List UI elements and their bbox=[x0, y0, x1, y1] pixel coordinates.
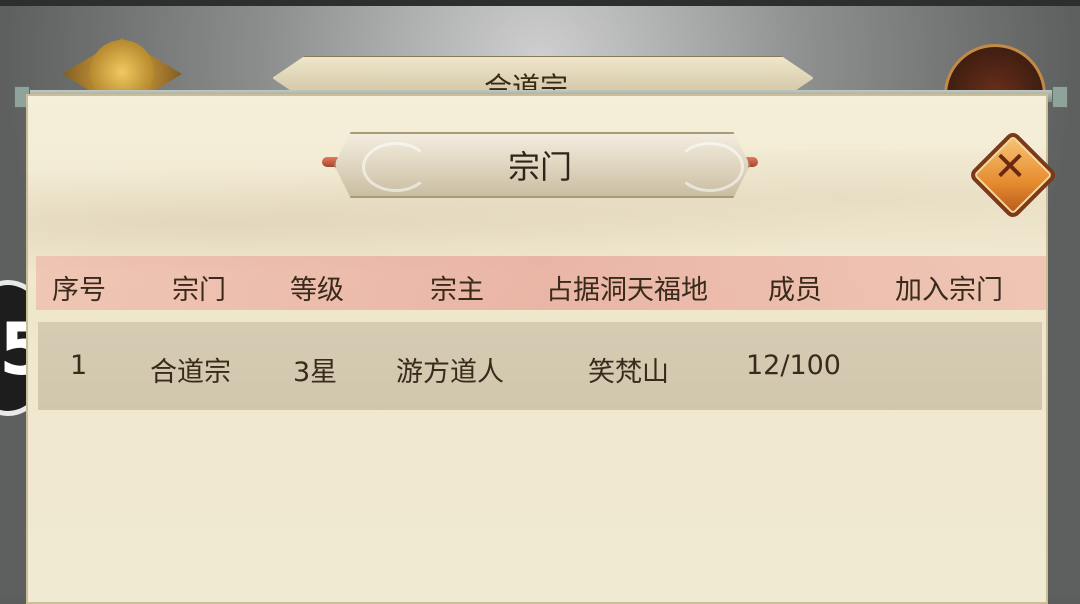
row-index: 1 bbox=[70, 350, 88, 381]
header-members: 成员 bbox=[768, 275, 822, 306]
close-icon: ✕ bbox=[993, 144, 1027, 190]
row-members: 12/100 bbox=[746, 350, 841, 381]
row-level: 3星 bbox=[293, 357, 338, 388]
panel-title: 宗门 bbox=[507, 148, 572, 186]
header-index: 序号 bbox=[52, 275, 106, 306]
header-sect: 宗门 bbox=[172, 275, 226, 306]
row-sect: 合道宗 bbox=[150, 357, 231, 388]
header-territory: 占据洞天福地 bbox=[546, 275, 708, 306]
row-territory: 笑梵山 bbox=[588, 357, 669, 388]
header-level: 等级 bbox=[290, 275, 344, 306]
scroll-rod-cap-right bbox=[1052, 86, 1068, 108]
row-leader: 游方道人 bbox=[396, 357, 504, 388]
header-leader: 宗主 bbox=[430, 275, 484, 306]
close-button[interactable]: ✕ bbox=[967, 129, 1059, 221]
header-join: 加入宗门 bbox=[895, 275, 1003, 306]
top-bar bbox=[0, 0, 1080, 6]
